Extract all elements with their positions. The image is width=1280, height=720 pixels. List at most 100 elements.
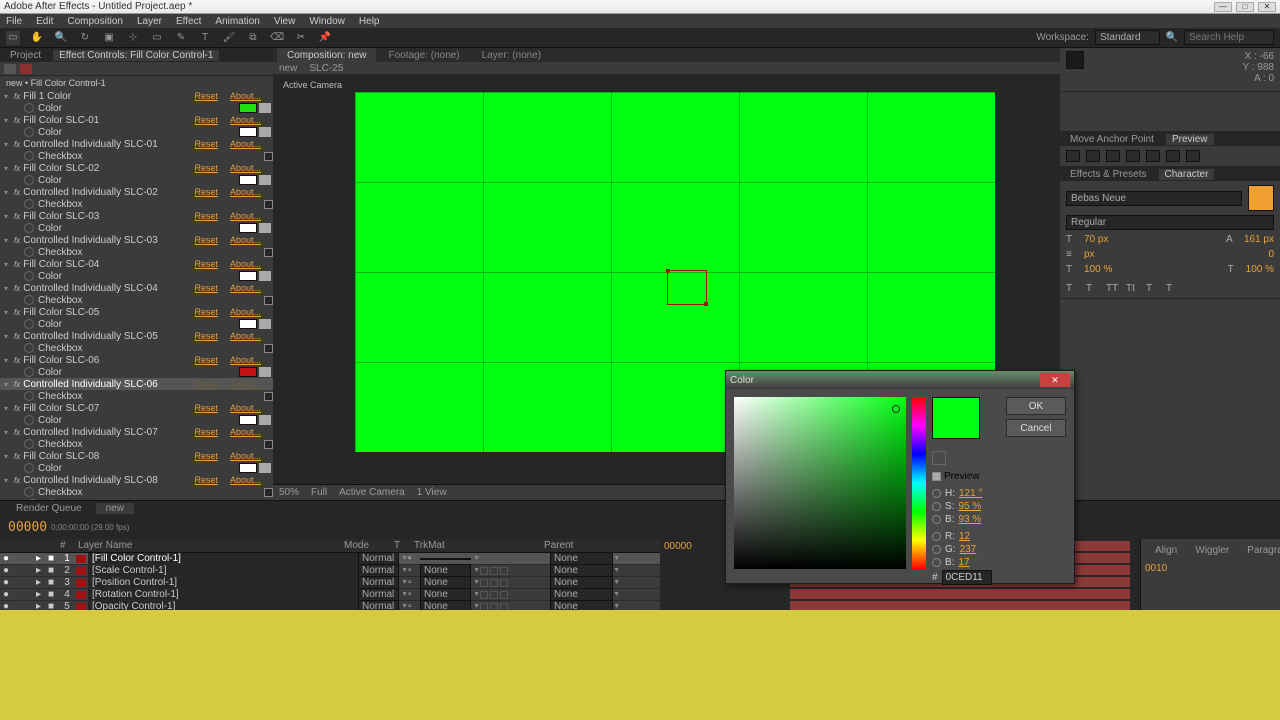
breadcrumb-1[interactable]: SLC-25 xyxy=(309,63,343,74)
tab-wiggler[interactable]: Wiggler xyxy=(1189,545,1235,556)
checkbox[interactable] xyxy=(264,440,273,449)
twirl-icon[interactable]: ▾ xyxy=(4,236,14,245)
effect-row[interactable]: ▾fxControlled Individually SLC-04ResetAb… xyxy=(0,282,273,294)
hue-slider[interactable] xyxy=(912,397,926,569)
menu-composition[interactable]: Composition xyxy=(67,16,123,27)
about-link[interactable]: About... xyxy=(230,211,261,221)
invert-icon[interactable]: ▫ xyxy=(408,589,420,600)
reset-link[interactable]: Reset xyxy=(194,115,218,125)
about-link[interactable]: About... xyxy=(230,283,261,293)
about-link[interactable]: About... xyxy=(230,307,261,317)
menu-layer[interactable]: Layer xyxy=(137,16,162,27)
effect-row[interactable]: ▾fxFill Color SLC-04ResetAbout... xyxy=(0,258,273,270)
invert-icon[interactable]: ▫ xyxy=(408,553,420,564)
comp-tab-new[interactable]: Composition: new xyxy=(277,48,376,62)
visibility-icon[interactable]: ● xyxy=(0,553,12,564)
twirl-icon[interactable]: ▾ xyxy=(4,308,14,317)
menu-help[interactable]: Help xyxy=(359,16,380,27)
tab-effects-presets[interactable]: Effects & Presets xyxy=(1064,169,1153,180)
about-link[interactable]: About... xyxy=(230,163,261,173)
puppet-tool-icon[interactable]: 📌 xyxy=(318,31,332,45)
play-icon[interactable] xyxy=(1106,150,1120,162)
effect-controls-tab[interactable]: Effect Controls: Fill Color Control-1 xyxy=(53,50,219,61)
g-value[interactable]: 237 xyxy=(960,544,977,555)
maximize-button[interactable]: □ xyxy=(1236,2,1254,12)
last-frame-icon[interactable] xyxy=(1146,150,1160,162)
reset-link[interactable]: Reset xyxy=(194,379,218,389)
h-value[interactable]: 121 ° xyxy=(959,488,982,499)
stopwatch-icon[interactable] xyxy=(24,223,34,233)
twirl-icon[interactable]: ▾ xyxy=(4,428,14,437)
timecode[interactable]: 00000 xyxy=(8,520,47,535)
kern-value[interactable]: px xyxy=(1084,249,1095,260)
font-family-dropdown[interactable]: Bebas Neue xyxy=(1066,191,1242,206)
menu-view[interactable]: View xyxy=(274,16,296,27)
reset-link[interactable]: Reset xyxy=(194,331,218,341)
effect-row[interactable]: ▾fxFill Color SLC-01ResetAbout... xyxy=(0,114,273,126)
eyedropper-icon[interactable] xyxy=(259,415,271,425)
checkbox[interactable] xyxy=(264,296,273,305)
reset-link[interactable]: Reset xyxy=(194,163,218,173)
project-tab[interactable]: Project xyxy=(4,50,47,61)
eyedropper-icon[interactable] xyxy=(259,127,271,137)
b-radio[interactable] xyxy=(932,515,941,524)
comp-tab-footage[interactable]: Footage: (none) xyxy=(378,48,469,62)
first-frame-icon[interactable] xyxy=(1066,150,1080,162)
effect-row[interactable]: ▾fxFill Color SLC-02ResetAbout... xyxy=(0,162,273,174)
twirl-icon[interactable]: ▾ xyxy=(4,188,14,197)
menu-edit[interactable]: Edit xyxy=(36,16,53,27)
loop-icon[interactable] xyxy=(1166,150,1180,162)
about-link[interactable]: About... xyxy=(230,235,261,245)
tab-character[interactable]: Character xyxy=(1159,169,1215,180)
roto-tool-icon[interactable]: ✂ xyxy=(294,31,308,45)
eyedropper-icon[interactable] xyxy=(259,463,271,473)
stopwatch-icon[interactable] xyxy=(24,151,34,161)
menu-effect[interactable]: Effect xyxy=(176,16,201,27)
twirl-icon[interactable]: ▾ xyxy=(4,260,14,269)
effect-row[interactable]: ▾fxFill Color SLC-09ResetAbout... xyxy=(0,498,273,500)
text-color-swatch[interactable] xyxy=(1248,185,1274,211)
checkbox[interactable] xyxy=(264,488,273,497)
hand-tool-icon[interactable]: ✋ xyxy=(30,31,44,45)
visibility-icon[interactable]: ● xyxy=(0,565,12,576)
leading-value[interactable]: 161 px xyxy=(1244,234,1274,245)
twirl-icon[interactable]: ▾ xyxy=(4,380,14,389)
tab-timeline-new[interactable]: new xyxy=(96,503,134,514)
effect-row[interactable]: ▾fxFill Color SLC-08ResetAbout... xyxy=(0,450,273,462)
bin-red-icon[interactable] xyxy=(20,64,32,74)
font-size[interactable]: 70 px xyxy=(1084,234,1108,245)
sub-icon[interactable]: T xyxy=(1166,283,1178,294)
italic-icon[interactable]: T xyxy=(1086,283,1098,294)
effect-row[interactable]: ▾fxFill Color SLC-03ResetAbout... xyxy=(0,210,273,222)
effect-row[interactable]: ▾fxControlled Individually SLC-06ResetAb… xyxy=(0,378,273,390)
hex-input[interactable] xyxy=(942,570,992,585)
eyedropper-icon[interactable] xyxy=(259,223,271,233)
b2-value[interactable]: 17 xyxy=(958,557,969,568)
stopwatch-icon[interactable] xyxy=(24,415,34,425)
breadcrumb-0[interactable]: new xyxy=(279,63,297,74)
reset-link[interactable]: Reset xyxy=(194,355,218,365)
r-value[interactable]: 12 xyxy=(959,531,970,542)
menu-animation[interactable]: Animation xyxy=(215,16,259,27)
stopwatch-icon[interactable] xyxy=(24,247,34,257)
label-color[interactable] xyxy=(76,579,86,587)
reset-link[interactable]: Reset xyxy=(194,187,218,197)
zoom-tool-icon[interactable]: 🔍 xyxy=(54,31,68,45)
effect-row[interactable]: ▾fxControlled Individually SLC-07ResetAb… xyxy=(0,426,273,438)
trkmat-dropdown[interactable] xyxy=(420,558,471,560)
twirl-icon[interactable]: ▾ xyxy=(4,404,14,413)
effect-row[interactable]: ▾fxFill Color SLC-05ResetAbout... xyxy=(0,306,273,318)
eyedropper-icon[interactable] xyxy=(259,271,271,281)
reset-link[interactable]: Reset xyxy=(194,91,218,101)
twirl-icon[interactable]: ▾ xyxy=(4,140,14,149)
color-swatch[interactable] xyxy=(239,271,257,281)
stopwatch-icon[interactable] xyxy=(24,319,34,329)
eyedropper-icon[interactable] xyxy=(932,451,946,465)
twirl-icon[interactable]: ▾ xyxy=(4,164,14,173)
stopwatch-icon[interactable] xyxy=(24,343,34,353)
reset-link[interactable]: Reset xyxy=(194,259,218,269)
twirl-icon[interactable]: ▾ xyxy=(4,500,14,501)
bin-icon[interactable] xyxy=(4,64,16,74)
rect-tool-icon[interactable]: ▭ xyxy=(150,31,164,45)
menu-file[interactable]: File xyxy=(6,16,22,27)
